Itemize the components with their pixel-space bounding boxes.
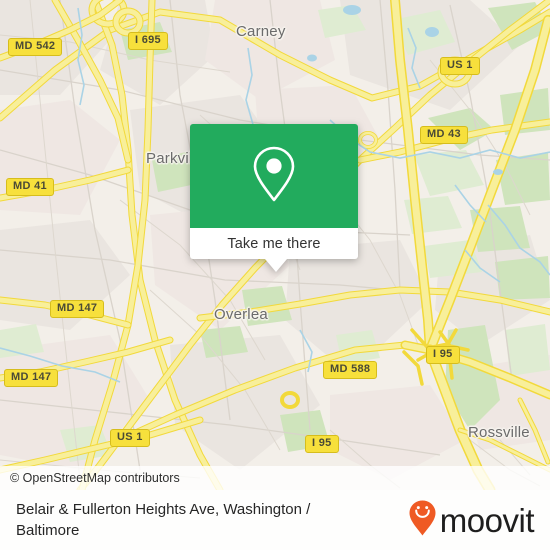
- road-shield-us-1-ne: US 1: [440, 57, 480, 75]
- road-shield-md-542: MD 542: [8, 38, 63, 56]
- popup-tail: [265, 259, 287, 272]
- moovit-map-screenshot: .land { fill:#f3efe9; } .resid { fill:#e…: [0, 0, 550, 550]
- map-attribution[interactable]: © OpenStreetMap contributors: [0, 466, 550, 490]
- map-pin-icon: [251, 145, 297, 208]
- moovit-wordmark: moovit: [439, 501, 535, 539]
- popup-header: [190, 124, 358, 228]
- take-me-there-label: Take me there: [227, 235, 321, 252]
- road-shield-i-695: I 695: [128, 32, 168, 50]
- take-me-there-popup[interactable]: Take me there: [190, 124, 358, 272]
- moovit-smiley-pin-icon: [408, 499, 437, 542]
- footer-bar: Belair & Fullerton Heights Ave, Washingt…: [0, 490, 550, 550]
- road-shield-md-147-west: MD 147: [4, 369, 59, 387]
- road-shield-md-588: MD 588: [323, 361, 378, 379]
- location-title: Belair & Fullerton Heights Ave, Washingt…: [16, 501, 311, 539]
- moovit-brand[interactable]: moovit: [408, 499, 535, 542]
- place-label-carney: Carney: [236, 23, 286, 40]
- road-shield-md-41: MD 41: [6, 178, 54, 196]
- place-label-overlea: Overlea: [214, 306, 268, 323]
- place-label-rossville: Rossville: [468, 424, 530, 441]
- road-shield-i-95-south: I 95: [305, 435, 339, 453]
- road-shield-us-1-south: US 1: [110, 429, 150, 447]
- road-shield-md-147-north: MD 147: [50, 300, 105, 318]
- attribution-text: © OpenStreetMap contributors: [10, 471, 180, 485]
- road-shield-md-43: MD 43: [420, 126, 468, 144]
- road-shield-i-95-east: I 95: [426, 346, 460, 364]
- popup-action-bar[interactable]: Take me there: [190, 228, 358, 259]
